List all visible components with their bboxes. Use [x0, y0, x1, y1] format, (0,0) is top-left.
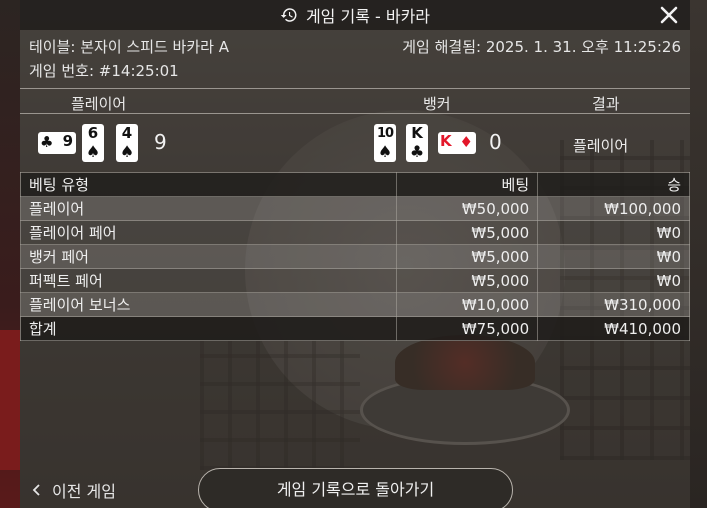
previous-game-button[interactable]: 이전 게임 — [32, 478, 116, 502]
bet-type: 퍼펙트 페어 — [19, 268, 398, 293]
total-row: 합계 ₩75,000 ₩410,000 — [19, 316, 690, 341]
card-suit: ♦ — [459, 133, 473, 151]
player-card-3: 9 ♣ — [38, 132, 76, 154]
game-history-panel: 게임 기록 - 바카라 테이블: 본자이 스피드 바카라 A 게임 해결됨: 2… — [19, 0, 690, 508]
previous-game-label: 이전 게임 — [52, 482, 116, 501]
bets-header-row: 베팅 유형 베팅 승 — [19, 172, 690, 197]
card-suit: ♠ — [377, 142, 393, 161]
card-suit: ♣ — [409, 142, 425, 161]
player-card-1: 6 ♠ — [82, 124, 104, 162]
player-card-2: 4 ♠ — [116, 124, 138, 162]
player-header: 플레이어 — [71, 95, 127, 113]
bet-type: 플레이어 페어 — [19, 220, 398, 245]
bet-amount: ₩5,000 — [396, 220, 539, 245]
table-row: 플레이어 페어 ₩5,000 ₩0 — [19, 220, 690, 245]
table-row: 플레이어 보너스 ₩10,000 ₩310,000 — [19, 292, 690, 317]
col-bet: 베팅 — [396, 172, 539, 197]
back-to-history-label: 게임 기록으로 돌아가기 — [276, 480, 435, 499]
card-suit: ♣ — [40, 133, 54, 151]
table-row: 뱅커 페어 ₩5,000 ₩0 — [19, 244, 690, 269]
title-wrap: 게임 기록 - 바카라 — [280, 3, 430, 27]
bet-type: 뱅커 페어 — [19, 244, 398, 269]
close-icon[interactable] — [658, 4, 680, 26]
bet-amount: ₩50,000 — [396, 196, 539, 221]
banker-card-3: K ♦ — [438, 132, 476, 154]
back-to-history-button[interactable]: 게임 기록으로 돌아가기 — [198, 468, 513, 508]
total-label: 합계 — [19, 316, 398, 341]
table-row: 플레이어 ₩50,000 ₩100,000 — [19, 196, 690, 221]
card-rank: 9 — [62, 132, 73, 150]
resolved-time: 게임 해결됨: 2025. 1. 31. 오후 11:25:26 — [402, 38, 681, 56]
card-suit: ♠ — [85, 142, 101, 161]
bet-amount: ₩5,000 — [396, 244, 539, 269]
total-bet: ₩75,000 — [396, 316, 539, 341]
banker-card-1: 10 ♠ — [374, 124, 396, 162]
bet-type: 플레이어 보너스 — [19, 292, 398, 317]
bet-type: 플레이어 — [19, 196, 398, 221]
background-right-edge — [690, 0, 707, 508]
result-header: 플레이어 뱅커 결과 — [20, 88, 690, 114]
history-icon — [280, 8, 297, 22]
info-row: 테이블: 본자이 스피드 바카라 A 게임 해결됨: 2025. 1. 31. … — [29, 36, 681, 57]
bets-table: 베팅 유형 베팅 승 플레이어 ₩50,000 ₩100,000 플레이어 페어… — [19, 172, 690, 341]
card-rank: K — [411, 124, 423, 142]
col-bet-type: 베팅 유형 — [19, 172, 398, 197]
banker-header: 뱅커 — [423, 95, 451, 113]
table-row: 퍼펙트 페어 ₩5,000 ₩0 — [19, 268, 690, 293]
card-rank: 10 — [376, 126, 394, 141]
info-row: 게임 번호: #14:25:01 — [29, 60, 681, 81]
win-amount: ₩0 — [537, 268, 690, 293]
title-bar: 게임 기록 - 바카라 — [20, 0, 690, 30]
card-rank: K — [440, 132, 452, 150]
bet-amount: ₩5,000 — [396, 268, 539, 293]
card-suit: ♠ — [119, 142, 135, 161]
win-amount: ₩310,000 — [537, 292, 690, 317]
window-title: 게임 기록 - 바카라 — [305, 7, 431, 26]
outcome-value: 플레이어 — [573, 137, 629, 155]
game-number: 게임 번호: #14:25:01 — [29, 62, 179, 80]
total-win: ₩410,000 — [537, 316, 690, 341]
footer: 이전 게임 게임 기록으로 돌아가기 — [20, 462, 690, 508]
chevron-left-icon — [32, 484, 40, 496]
col-win: 승 — [537, 172, 690, 197]
win-amount: ₩0 — [537, 244, 690, 269]
table-name: 테이블: 본자이 스피드 바카라 A — [29, 38, 229, 56]
banker-card-2: K ♣ — [406, 124, 428, 162]
player-score: 9 — [154, 130, 167, 154]
banker-score: 0 — [489, 130, 502, 154]
card-rank: 4 — [121, 124, 133, 142]
win-amount: ₩100,000 — [537, 196, 690, 221]
win-amount: ₩0 — [537, 220, 690, 245]
card-rank: 6 — [87, 124, 99, 142]
outcome-header: 결과 — [592, 95, 620, 113]
background-dealer — [0, 330, 20, 470]
bet-amount: ₩10,000 — [396, 292, 539, 317]
